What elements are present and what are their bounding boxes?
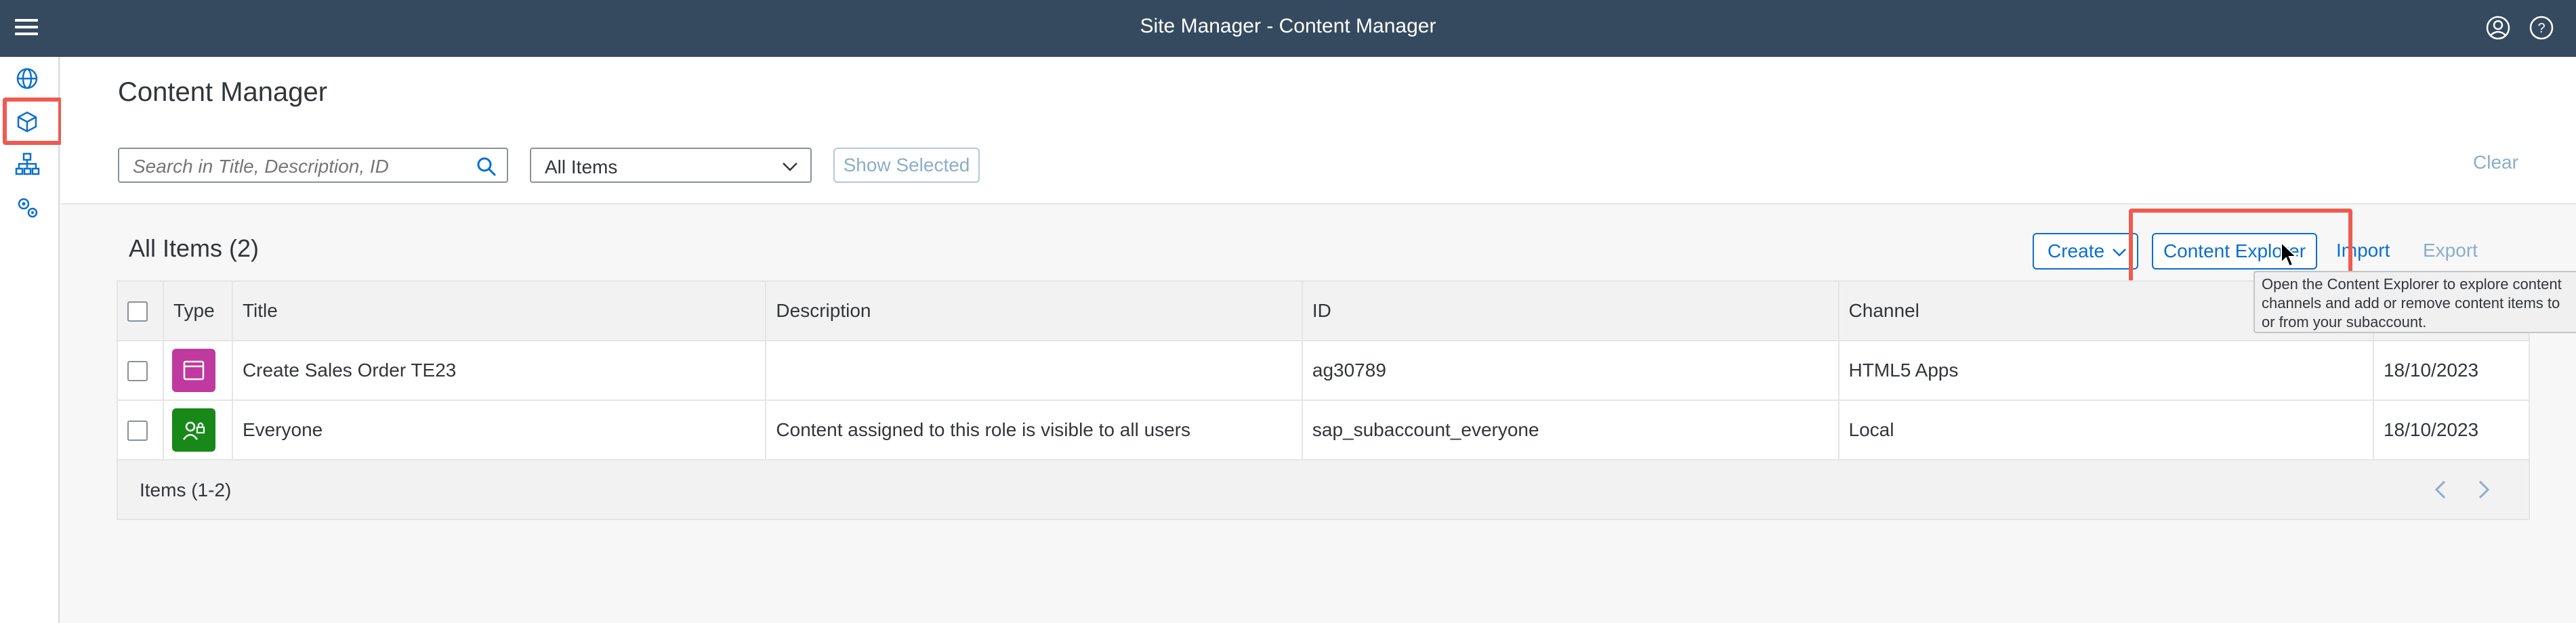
type-cell [162,400,233,460]
role-icon [171,408,215,452]
row-select-cell[interactable] [117,340,164,401]
row-checkbox[interactable] [127,421,148,442]
user-icon[interactable] [2485,15,2511,41]
create-button-label: Create [2048,240,2105,261]
table-header-row: Type Title Description ID Channel [117,280,2531,341]
select-all-cell[interactable] [117,280,164,341]
help-icon[interactable]: ? [2529,15,2554,41]
search-input[interactable] [133,156,458,177]
column-header-title[interactable]: Title [231,280,767,341]
channel-cell: HTML5 Apps [1837,340,2374,401]
title-cell: Create Sales Order TE23 [231,340,767,401]
globe-icon[interactable] [14,65,41,92]
chevron-down-icon [2113,249,2126,257]
import-button[interactable]: Import [2336,240,2390,261]
row-checkbox[interactable] [127,361,148,382]
description-cell: Content assigned to this role is visible… [765,400,1303,460]
type-cell [162,340,233,401]
shell-title: Site Manager - Content Manager [1140,15,1436,37]
export-button[interactable]: Export [2423,240,2478,261]
hierarchy-icon[interactable] [14,150,41,177]
tooltip-line: or from your subaccount. [2262,314,2427,330]
description-cell [765,340,1303,401]
content-explorer-button[interactable]: Content Explorer [2152,233,2317,270]
column-header-type[interactable]: Type [162,280,233,341]
show-selected-button[interactable]: Show Selected [833,148,980,183]
settings-icon[interactable] [14,194,41,221]
select-all-checkbox[interactable] [127,301,148,322]
column-header-description[interactable]: Description [765,280,1303,341]
table-toolbar: All Items (2) Create Content Explorer Im… [117,223,2530,280]
date-cell: 18/10/2023 [2372,400,2531,460]
filter-select[interactable]: All Items [530,148,812,183]
chevron-right-icon[interactable] [2472,478,2495,501]
cube-icon[interactable] [14,108,41,135]
title-cell: Everyone [231,400,767,460]
clear-link[interactable]: Clear [2473,152,2518,173]
svg-text:?: ? [2537,21,2545,36]
row-select-cell[interactable] [117,400,164,460]
create-button[interactable]: Create [2033,233,2138,270]
content-table: Type Title Description ID Channel Create… [117,280,2531,460]
table-footer: Items (1-2) [117,460,2530,520]
table-heading: All Items (2) [129,234,259,262]
channel-cell: Local [1837,400,2374,460]
id-cell: sap_subaccount_everyone [1301,400,1840,460]
tooltip-line: channels and add or remove content items… [2262,295,2560,312]
id-cell: ag30789 [1301,340,1840,401]
date-cell: 18/10/2023 [2372,340,2531,401]
content-explorer-tooltip: Open the Content Explorer to explore con… [2253,271,2576,333]
chevron-left-icon[interactable] [2430,478,2453,501]
filter-select-value: All Items [545,156,618,177]
column-header-id[interactable]: ID [1301,280,1840,341]
table-row[interactable]: Everyone Content assigned to this role i… [117,400,2531,460]
shell-bar: Site Manager - Content Manager ? [0,0,2576,57]
page-header: Content Manager All Items Show Selected … [61,57,2576,205]
search-field[interactable] [118,148,508,183]
side-navigation [0,57,60,623]
table-row[interactable]: Create Sales Order TE23 ag30789 HTML5 Ap… [117,340,2531,401]
items-count: Items (1-2) [140,479,232,500]
chevron-down-icon [783,163,797,171]
app-icon [171,349,215,392]
tooltip-line: Open the Content Explorer to explore con… [2262,276,2562,293]
page-title: Content Manager [118,77,328,107]
search-icon[interactable] [476,156,497,177]
